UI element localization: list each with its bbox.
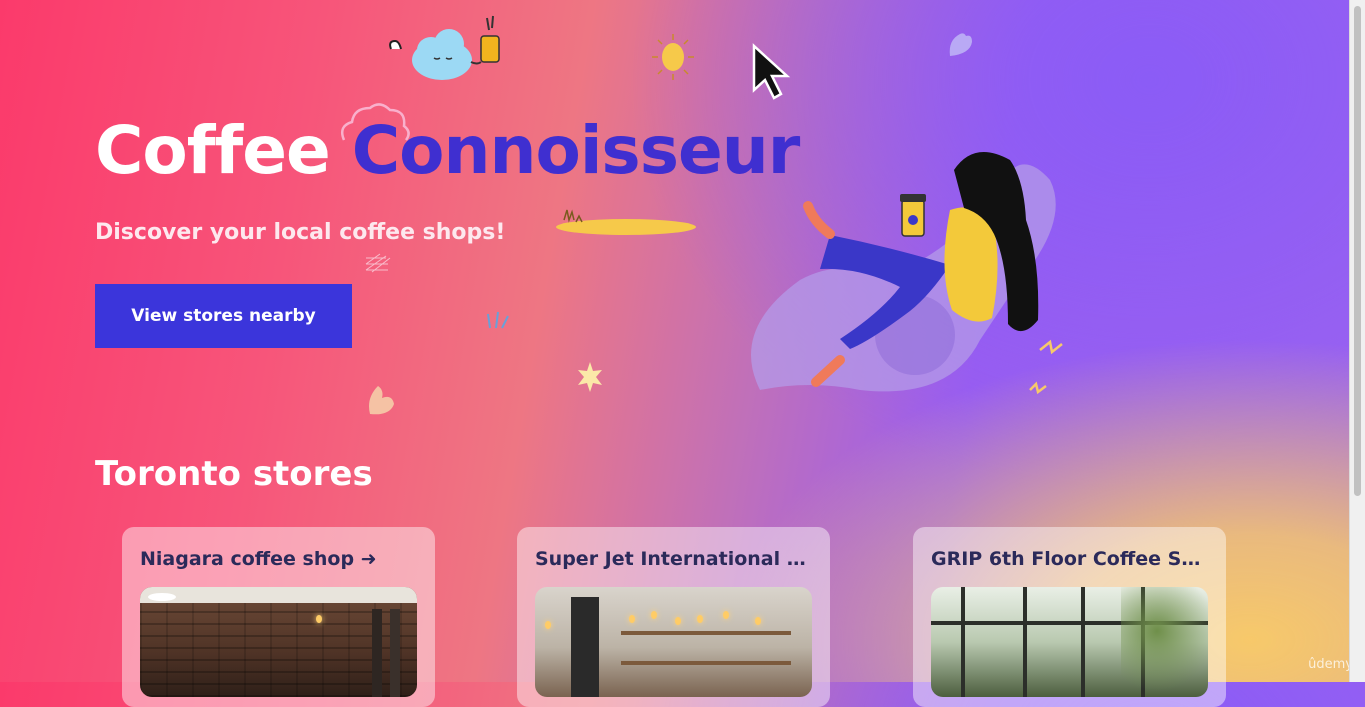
page-title: Coffee Connoisseur bbox=[95, 118, 800, 184]
store-card-image bbox=[140, 587, 417, 697]
scrollbar-thumb[interactable] bbox=[1354, 6, 1361, 496]
star-icon bbox=[578, 362, 602, 392]
dot-pattern-icon bbox=[365, 253, 391, 273]
store-card-image bbox=[535, 587, 812, 697]
leaf-icon bbox=[949, 33, 972, 56]
store-card-title[interactable]: GRIP 6th Floor Coffee Shop bbox=[931, 547, 1208, 571]
store-card-image bbox=[931, 587, 1208, 697]
mouse-cursor-icon bbox=[752, 43, 791, 100]
hero-subtitle: Discover your local coffee shops! bbox=[95, 220, 506, 245]
udemy-watermark: ûdemy bbox=[1308, 657, 1353, 672]
leaf-icon bbox=[369, 386, 394, 415]
grass-icon bbox=[487, 311, 509, 329]
vertical-scrollbar[interactable] bbox=[1349, 0, 1365, 682]
store-card-grip[interactable]: GRIP 6th Floor Coffee Shop bbox=[913, 527, 1226, 707]
stores-section-title: Toronto stores bbox=[95, 454, 373, 494]
view-stores-nearby-button[interactable]: View stores nearby bbox=[95, 284, 352, 348]
store-card-title[interactable]: Niagara coffee shop ➜ bbox=[140, 547, 417, 571]
store-card-super-jet[interactable]: Super Jet International Coffee Co. bbox=[517, 527, 830, 707]
title-connoisseur: Connoisseur bbox=[351, 112, 801, 189]
title-coffee: Coffee bbox=[95, 112, 331, 189]
sun-icon bbox=[652, 34, 694, 80]
yellow-splash-icon bbox=[556, 209, 696, 235]
decorative-cloud-icon bbox=[389, 15, 500, 80]
store-card-niagara[interactable]: Niagara coffee shop ➜ bbox=[122, 527, 435, 707]
store-card-title[interactable]: Super Jet International Coffee Co. bbox=[535, 547, 812, 571]
